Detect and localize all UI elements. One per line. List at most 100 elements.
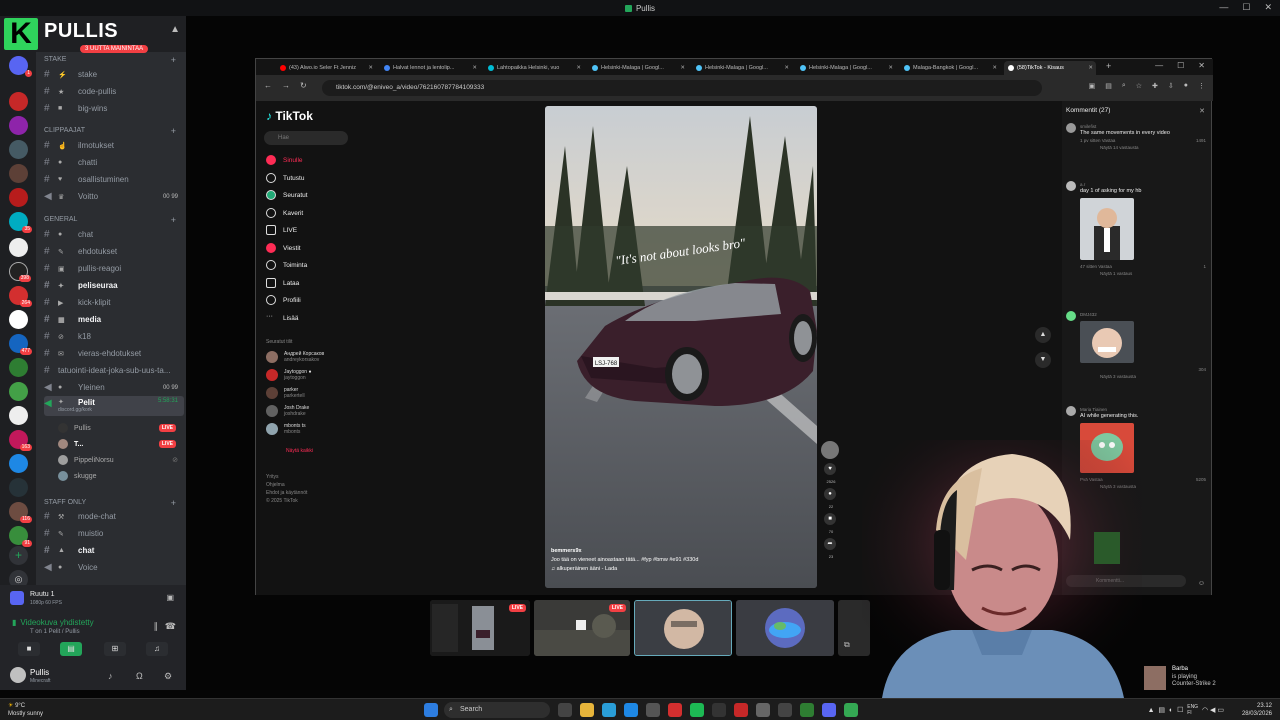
channel-item[interactable]: # ■ big-wins: [44, 101, 184, 116]
followed-account[interactable]: parker parkertell: [266, 385, 305, 401]
channel-item[interactable]: # ✉ vieras-ehdotukset: [44, 346, 184, 361]
server-icon[interactable]: [9, 164, 28, 183]
voice-user[interactable]: PippeliNorsu ⊘: [58, 453, 184, 467]
channel-item[interactable]: # ▦ media: [44, 312, 184, 327]
cast-icon[interactable]: ▤: [1105, 82, 1112, 90]
stream-thumbnail[interactable]: [736, 600, 834, 656]
close-tab-icon[interactable]: ✕: [888, 65, 893, 71]
reload-icon[interactable]: ↻: [300, 81, 307, 90]
server-icon[interactable]: 477: [9, 334, 32, 355]
author-avatar[interactable]: [821, 441, 839, 459]
add-channel-icon[interactable]: +: [171, 498, 176, 508]
voice-user[interactable]: Pullis LIVE: [58, 421, 184, 435]
browser-tab[interactable]: Halvat lennot ja lentolip... ✕: [380, 61, 480, 75]
server-icon[interactable]: 116: [9, 502, 32, 523]
close-tab-icon[interactable]: ✕: [784, 65, 789, 71]
bookmark-button[interactable]: ■: [824, 513, 836, 525]
category-header[interactable]: GENERAL: [44, 216, 77, 223]
server-header[interactable]: K PULLIS 3 UUTTA MAININTAA ▲: [4, 16, 186, 53]
spotify-icon[interactable]: [690, 703, 704, 717]
browser-tab[interactable]: Helsinki-Malaga | Googl... ✕: [588, 61, 688, 75]
download-icon[interactable]: ⇩: [1168, 82, 1174, 90]
avatar[interactable]: [1066, 311, 1076, 321]
voice-channel-item[interactable]: ◀ ♛ Voitto 00 99: [44, 189, 184, 204]
channel-item[interactable]: # ▣ pullis-reagoi: [44, 261, 184, 276]
stream-thumbnail[interactable]: LIVE: [534, 600, 630, 656]
app-icon[interactable]: [624, 703, 638, 717]
system-tray[interactable]: ▲ ▤ ◐ ☐ ENG FI ◠ ◀ ▭: [1148, 704, 1224, 716]
url-bar[interactable]: tiktok.com/@eniveo_a/video/7621607877841…: [322, 80, 1042, 96]
video-sound[interactable]: ♫ alkuperäinen ääni - Lada: [551, 565, 698, 574]
browser-tab[interactable]: Lahtopaikka Helsinki, vuo ✕: [484, 61, 584, 75]
server-icon[interactable]: [9, 382, 28, 401]
stop-stream-icon[interactable]: ▣: [166, 593, 174, 602]
server-icon[interactable]: [9, 406, 28, 425]
add-channel-icon[interactable]: +: [171, 126, 176, 136]
profile-icon[interactable]: ●: [1184, 82, 1188, 90]
channel-item[interactable]: # ▶ kick-klipit: [44, 295, 184, 310]
stream-thumbnail[interactable]: [634, 600, 732, 656]
close-tab-icon[interactable]: ✕: [368, 65, 373, 71]
search-input[interactable]: Hae: [264, 131, 348, 145]
server-icon[interactable]: 163: [9, 430, 32, 451]
followed-account[interactable]: Josh Drake joshdrake: [266, 403, 309, 419]
channel-item[interactable]: # ● chat: [44, 227, 184, 242]
show-all-link[interactable]: Näytä kaikki: [286, 448, 313, 454]
wifi-icon[interactable]: ◠: [1202, 707, 1208, 714]
volume-icon[interactable]: ◀: [1210, 707, 1215, 714]
nav-item-activity[interactable]: Toiminta: [266, 258, 307, 272]
voice-channel-item-active[interactable]: ◀ ✦ Pelit 5:58:31 discord.gg/kork: [44, 396, 184, 416]
avatar[interactable]: [1066, 181, 1076, 191]
edge-icon[interactable]: [602, 703, 616, 717]
stream-thumbnail[interactable]: LIVE: [430, 600, 530, 656]
voice-channel-item[interactable]: ◀ ● Yleinen 00 99: [44, 380, 184, 395]
channel-item[interactable]: # ▲ chat: [44, 543, 184, 558]
close-icon[interactable]: ✕: [1264, 2, 1272, 13]
tray-icon[interactable]: ◐: [1169, 707, 1173, 714]
task-view-icon[interactable]: [558, 703, 572, 717]
app-icon[interactable]: [646, 703, 660, 717]
channel-item[interactable]: # ✎ ehdotukset: [44, 244, 184, 259]
browser-tab[interactable]: Helsinki-Malaga | Googl... ✕: [692, 61, 792, 75]
show-replies-link[interactable]: Näytä 14 vastausta: [1100, 144, 1206, 151]
server-icon[interactable]: [9, 454, 28, 473]
close-tab-icon[interactable]: ✕: [992, 65, 997, 71]
app-icon[interactable]: [734, 703, 748, 717]
browser-tab[interactable]: Helsinki-Malaga | Googl... ✕: [796, 61, 896, 75]
footer-link[interactable]: Ehdot ja käytännöt: [266, 489, 307, 497]
app-icon[interactable]: [712, 703, 726, 717]
server-icon[interactable]: [9, 116, 28, 135]
next-video-button[interactable]: ▼: [1035, 352, 1051, 368]
gear-icon[interactable]: ⚙: [164, 671, 172, 682]
nav-item-messages[interactable]: Viestit: [266, 241, 301, 255]
comment-image[interactable]: [1080, 198, 1134, 260]
forward-icon[interactable]: →: [282, 81, 290, 90]
followed-account[interactable]: Jaytoggon ● jaytoggon: [266, 367, 311, 383]
channel-item[interactable]: # ⚒ mode-chat: [44, 509, 184, 524]
popout-icon[interactable]: ⧉: [844, 640, 850, 650]
menu-icon[interactable]: ⋮: [1198, 82, 1205, 90]
weather-widget[interactable]: ☀ 9°C Mostly sunny: [8, 702, 43, 718]
previous-video-button[interactable]: ▲: [1035, 327, 1051, 343]
nav-item-explore[interactable]: Tutustu: [266, 171, 304, 185]
mentions-pill[interactable]: 3 UUTTA MAININTAA: [80, 45, 149, 53]
tiktok-logo[interactable]: ♪ TikTok: [266, 109, 313, 123]
minimize-icon[interactable]: —: [1155, 61, 1163, 70]
close-icon[interactable]: ✕: [1198, 61, 1205, 70]
nav-item-following[interactable]: Seuratut: [266, 188, 308, 202]
tray-icon[interactable]: ☐: [1177, 707, 1183, 714]
channel-item[interactable]: # tatuointi-ideat-joka-sub-uus-ta...: [44, 363, 184, 378]
headphones-icon[interactable]: Ω: [136, 671, 143, 681]
bell-icon[interactable]: ▲: [170, 24, 180, 35]
avatar[interactable]: [1066, 123, 1076, 133]
app-icon[interactable]: [778, 703, 792, 717]
activities-button[interactable]: ⊞: [104, 642, 126, 656]
browser-tab-active[interactable]: (58)TikTok - Kisaus ✕: [1004, 61, 1096, 75]
channel-item[interactable]: # ✎ muistio: [44, 526, 184, 541]
nav-item-upload[interactable]: Lataa: [266, 276, 299, 290]
channel-item[interactable]: # ⚡ stake: [44, 67, 184, 82]
add-channel-icon[interactable]: +: [171, 55, 176, 65]
new-tab-icon[interactable]: +: [1106, 61, 1111, 71]
close-tab-icon[interactable]: ✕: [576, 65, 581, 71]
puzzle-icon[interactable]: ✚: [1152, 82, 1158, 90]
